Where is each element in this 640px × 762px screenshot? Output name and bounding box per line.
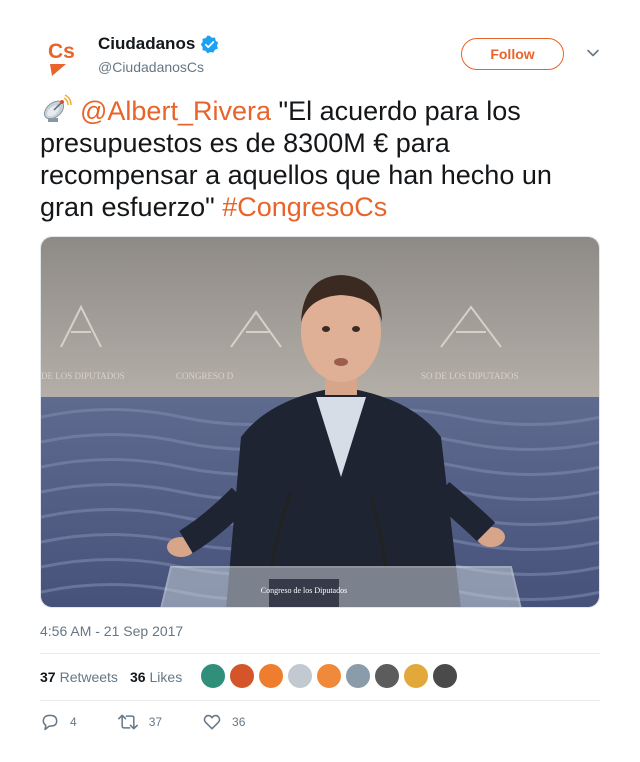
account-name-row[interactable]: Ciudadanos — [98, 34, 219, 54]
satellite-antenna-icon — [43, 94, 72, 122]
tweet-text: @Albert_Rivera "El acuerdo para los pres… — [40, 94, 600, 223]
liker-avatar[interactable] — [432, 663, 458, 689]
likes-count: 36 — [129, 669, 146, 685]
likes-stat[interactable]: 36 Likes — [130, 669, 182, 685]
likes-label: Likes — [149, 669, 183, 685]
divider — [40, 700, 600, 701]
tweet-header: Cs Ciudadanos @CiudadanosCs Follow — [40, 30, 600, 82]
like-count: 36 — [232, 715, 246, 729]
liker-avatar[interactable] — [229, 663, 255, 689]
retweets-count: 37 — [40, 669, 56, 685]
liker-avatar[interactable] — [345, 663, 371, 689]
tweet-timestamp[interactable]: 4:56 AM - 21 Sep 2017 — [40, 623, 183, 639]
retweet-icon — [117, 714, 138, 730]
account-handle[interactable]: @CiudadanosCs — [98, 59, 204, 75]
liker-avatar[interactable] — [374, 663, 400, 689]
reply-count: 4 — [70, 715, 77, 729]
wall-text-center: CONGRESO D — [176, 371, 234, 381]
avatar[interactable]: Cs — [40, 30, 92, 82]
tweet-photo[interactable]: DE LOS DIPUTADOS CONGRESO D SO DE LOS DI… — [40, 236, 600, 608]
liker-avatar[interactable] — [258, 663, 284, 689]
reply-button[interactable]: 4 — [40, 712, 77, 732]
verified-badge-icon — [201, 35, 219, 53]
liker-avatar[interactable] — [200, 663, 226, 689]
liker-avatar[interactable] — [316, 663, 342, 689]
retweets-label: Retweets — [59, 669, 118, 685]
ciudadanos-logo-icon: Cs — [48, 40, 75, 76]
mention-link[interactable]: @Albert_Rivera — [80, 96, 271, 126]
heart-icon — [203, 714, 221, 730]
retweet-count: 37 — [148, 715, 163, 729]
photo-speaker-at-podium: DE LOS DIPUTADOS CONGRESO D SO DE LOS DI… — [41, 237, 599, 607]
retweet-button[interactable]: 37 — [117, 712, 162, 732]
podium-sign: Congreso de los Diputados — [261, 586, 347, 595]
reply-icon — [42, 714, 58, 731]
follow-button[interactable]: Follow — [461, 38, 564, 70]
tweet-actions: 4 37 36 — [40, 710, 285, 734]
wall-text-left: DE LOS DIPUTADOS — [41, 371, 125, 381]
retweets-stat[interactable]: 37 Retweets — [40, 669, 118, 685]
engagement-stats: 37 Retweets 36 Likes — [40, 663, 194, 691]
svg-text:Cs: Cs — [48, 40, 75, 63]
account-name[interactable]: Ciudadanos — [98, 34, 195, 54]
liker-avatar[interactable] — [403, 663, 429, 689]
hashtag-link[interactable]: #CongresoCs — [222, 192, 387, 222]
divider — [40, 653, 600, 654]
wall-text-right: SO DE LOS DIPUTADOS — [421, 371, 519, 381]
like-button[interactable]: 36 — [202, 712, 245, 732]
liker-avatar[interactable] — [287, 663, 313, 689]
likers-avatars — [200, 663, 458, 689]
chevron-down-icon[interactable] — [586, 46, 600, 60]
